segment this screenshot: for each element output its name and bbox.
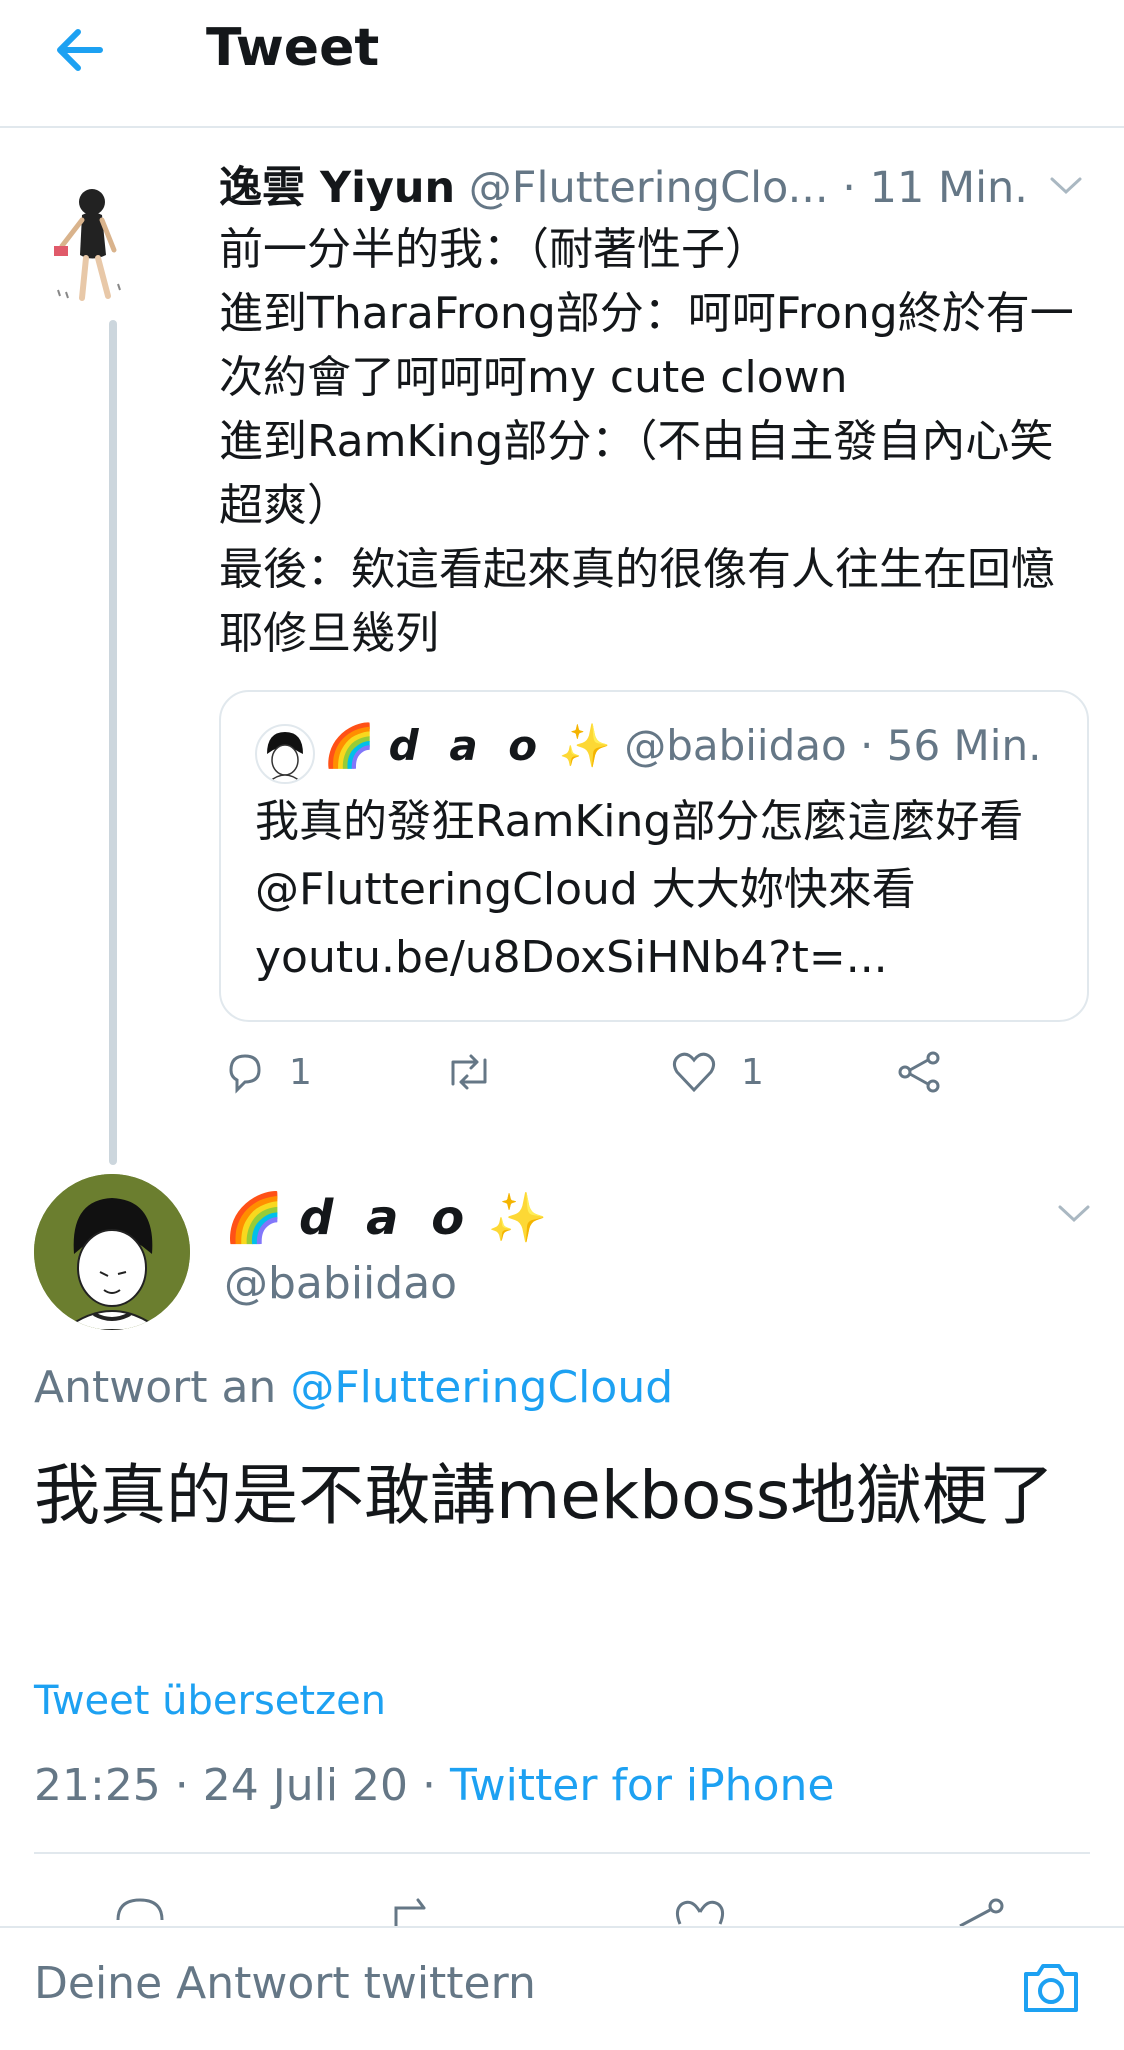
sparkles-emoji: ✨ (558, 721, 611, 770)
tweet-text: 我真的是不敢講mekboss地獄梗了 (34, 1457, 1055, 1534)
tweet-meta: 21:25 · 24 Juli 20 · Twitter for iPhone (34, 1760, 834, 1811)
reply-input[interactable]: Deine Antwort twittern (34, 1958, 536, 2009)
user-handle: @babiidao (624, 721, 847, 770)
thread-line (109, 320, 117, 1165)
chevron-down-icon[interactable] (1054, 1198, 1094, 1228)
mention-link[interactable]: @FlutteringCloud (290, 1362, 673, 1413)
divider (34, 1852, 1090, 1854)
tweet-text: 前一分半的我：（耐著性子） 進到TharaFrong部分：呵呵Frong終於有一… (219, 224, 1074, 659)
display-name[interactable]: 🌈 d a o ✨ (224, 1186, 547, 1250)
display-name-text: d a o (299, 1190, 473, 1246)
heart-icon[interactable] (672, 1894, 728, 1930)
timestamp: 21:25 · 24 Juli 20 · (34, 1760, 450, 1811)
quote-text: 我真的發狂RamKing部分怎麼這麼好看 @FlutteringCloud 大大… (255, 796, 1038, 983)
parent-tweet[interactable]: 逸雲 Yiyun @FlutteringClo... · 11 Min. 前一分… (219, 158, 1089, 666)
tweet-actions: 1 1 (219, 1050, 1019, 1110)
rainbow-emoji: 🌈 (224, 1190, 284, 1246)
reply-context: Antwort an @FlutteringCloud (34, 1362, 673, 1413)
retweet-icon[interactable] (384, 1894, 448, 1930)
main-tweet-actions (0, 1890, 1124, 1930)
tweet-time: · 56 Min. (860, 721, 1042, 770)
quoted-tweet[interactable]: 🌈 d a o ✨ @babiidao · 56 Min. 我真的發狂RamKi… (219, 690, 1089, 1022)
user-handle[interactable]: @FlutteringClo... (469, 163, 829, 213)
quote-header: 🌈 d a o ✨ @babiidao · 56 Min. (323, 714, 1041, 778)
avatar[interactable] (52, 180, 136, 320)
tweet-time: · 11 Min. (842, 163, 1028, 213)
like-button[interactable]: 1 (669, 1050, 764, 1094)
chevron-down-icon[interactable] (1046, 170, 1086, 200)
avatar[interactable] (34, 1174, 190, 1330)
share-button[interactable] (895, 1050, 943, 1094)
share-icon (898, 1051, 940, 1093)
translate-link[interactable]: Tweet übersetzen (34, 1678, 386, 1724)
retweet-icon (451, 1054, 487, 1090)
camera-icon[interactable] (1018, 1954, 1084, 2020)
user-handle[interactable]: @babiidao (224, 1258, 457, 1309)
top-bar: Tweet (0, 0, 1124, 128)
display-name[interactable]: 逸雲 Yiyun (219, 163, 455, 213)
rainbow-emoji: 🌈 (323, 721, 376, 770)
share-icon[interactable] (952, 1894, 1008, 1930)
tweet-header: 逸雲 Yiyun @FlutteringClo... · 11 Min. (219, 158, 1089, 218)
retweet-button[interactable] (441, 1050, 497, 1094)
heart-icon (672, 1052, 716, 1093)
reply-icon[interactable] (112, 1894, 168, 1930)
display-name: d a o (388, 721, 546, 770)
page-title: Tweet (206, 18, 380, 78)
reply-composer[interactable]: Deine Antwort twittern (0, 1926, 1124, 2050)
reply-button[interactable]: 1 (223, 1050, 312, 1094)
source-link[interactable]: Twitter for iPhone (450, 1760, 834, 1811)
sparkles-emoji: ✨ (487, 1190, 548, 1246)
reply-icon (229, 1054, 261, 1094)
reply-count: 1 (289, 1051, 312, 1093)
back-arrow-icon[interactable] (50, 20, 110, 80)
reply-prefix: Antwort an (34, 1362, 277, 1413)
like-count: 1 (741, 1051, 764, 1093)
avatar (255, 724, 315, 784)
